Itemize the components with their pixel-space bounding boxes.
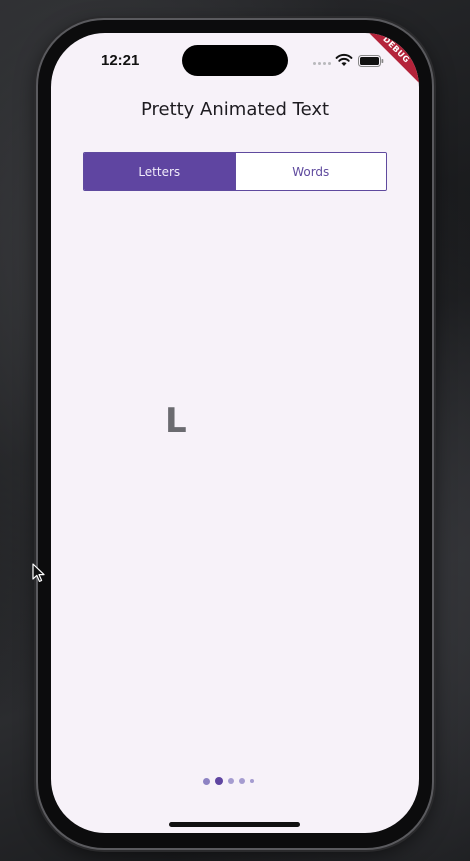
app-screen: 12:21 DEBUG Pretty Animated Text Letters… xyxy=(51,33,419,833)
home-indicator[interactable] xyxy=(169,822,300,827)
status-time: 12:21 xyxy=(101,52,140,69)
page-dot[interactable] xyxy=(239,778,245,784)
page-dot[interactable] xyxy=(203,777,210,785)
page-dot-active[interactable] xyxy=(215,777,223,785)
page-indicator xyxy=(203,777,254,785)
animated-text-preview: L xyxy=(165,401,187,441)
page-dot[interactable] xyxy=(228,778,234,784)
page-dot[interactable] xyxy=(250,779,254,783)
mode-segmented-control: Letters Words xyxy=(83,152,387,191)
cellular-signal-icon xyxy=(313,62,331,65)
dynamic-island xyxy=(182,45,288,76)
segment-words[interactable]: Words xyxy=(234,153,386,190)
mouse-cursor-icon xyxy=(32,563,45,582)
segment-letters[interactable]: Letters xyxy=(84,153,235,190)
wifi-icon xyxy=(335,53,353,66)
page-title: Pretty Animated Text xyxy=(140,99,330,120)
battery-icon xyxy=(358,55,384,67)
